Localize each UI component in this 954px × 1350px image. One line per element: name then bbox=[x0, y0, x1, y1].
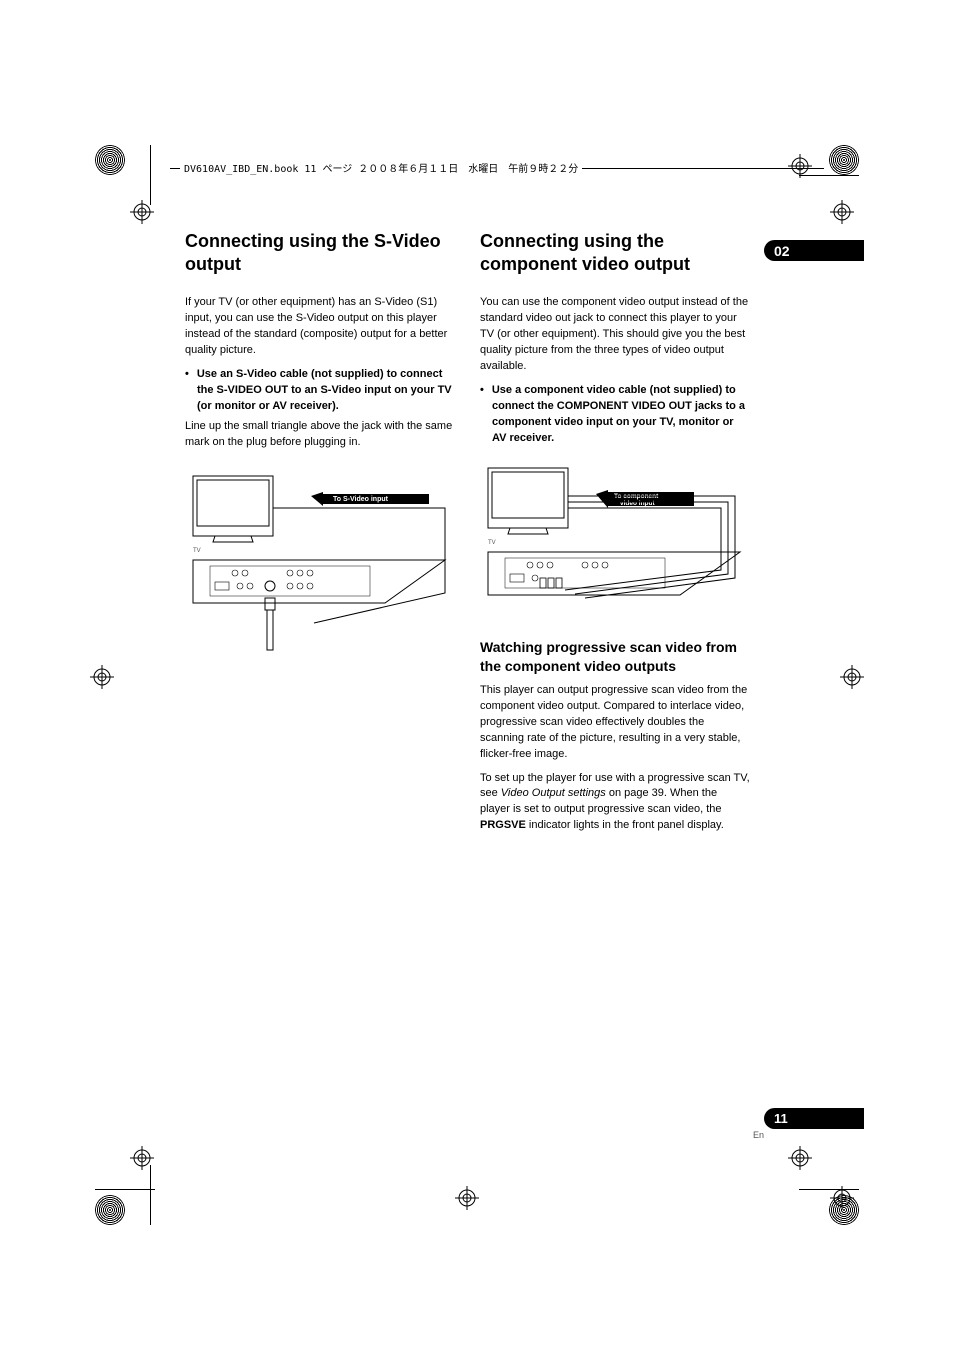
column-right: Connecting using the component video out… bbox=[480, 230, 750, 842]
crop-mark-tr bbox=[829, 145, 859, 175]
para-svideo-intro: If your TV (or other equipment) has an S… bbox=[185, 295, 455, 359]
para-progressive-1: This player can output progressive scan … bbox=[480, 683, 750, 763]
page-number-badge: 11 bbox=[764, 1108, 864, 1129]
reg-mark-mid-left bbox=[90, 665, 114, 689]
page-content: Connecting using the S-Video output If y… bbox=[185, 230, 750, 842]
para-component-intro: You can use the component video output i… bbox=[480, 295, 750, 375]
trim-line bbox=[95, 1189, 155, 1190]
heading-component: Connecting using the component video out… bbox=[480, 230, 750, 275]
para-progressive-2: To set up the player for use with a prog… bbox=[480, 771, 750, 835]
reg-mark-bot-right bbox=[788, 1146, 812, 1170]
reg-mark-top-right-2 bbox=[830, 200, 854, 224]
para-svideo-align: Line up the small triangle above the jac… bbox=[185, 419, 455, 451]
trim-line bbox=[150, 1165, 151, 1225]
diagram-component: TV To component video input bbox=[480, 460, 750, 615]
diagram-arrow-label: To S-Video input bbox=[333, 496, 389, 503]
crop-mark-tl bbox=[95, 145, 125, 175]
chapter-badge: 02 bbox=[764, 240, 864, 261]
diagram-svideo: TV To S-Video input bbox=[185, 468, 455, 658]
diagram-tv-label-2: TV bbox=[488, 540, 496, 546]
trim-line bbox=[150, 145, 151, 205]
trim-line bbox=[799, 175, 859, 176]
diagram-tv-label: TV bbox=[193, 548, 201, 554]
heading-svideo: Connecting using the S-Video output bbox=[185, 230, 455, 275]
language-label: En bbox=[753, 1130, 764, 1140]
header-filename: DV610AV_IBD_EN.book 11 ページ ２００８年６月１１日 水曜… bbox=[180, 160, 582, 175]
bullet-svideo-cable: Use an S-Video cable (not supplied) to c… bbox=[185, 367, 455, 415]
svg-text:video input: video input bbox=[620, 500, 656, 507]
column-left: Connecting using the S-Video output If y… bbox=[185, 230, 455, 842]
crop-mark-bl bbox=[95, 1195, 125, 1225]
trim-line bbox=[799, 1189, 859, 1190]
reg-mark-mid-right bbox=[840, 665, 864, 689]
heading-progressive: Watching progressive scan video from the… bbox=[480, 638, 750, 674]
bullet-component-cable: Use a component video cable (not supplie… bbox=[480, 383, 750, 447]
reg-mark-bot-center bbox=[455, 1186, 479, 1210]
